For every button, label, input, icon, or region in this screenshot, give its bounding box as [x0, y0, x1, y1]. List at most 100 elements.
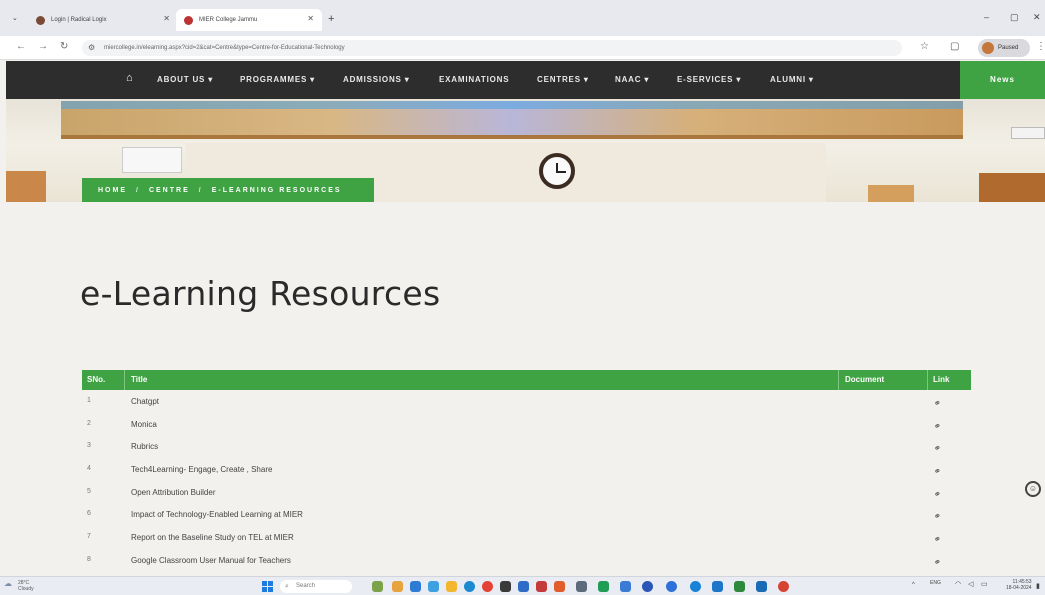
home-icon[interactable]: ⌂ [126, 72, 133, 84]
app-icon[interactable] [620, 581, 631, 592]
notification-icon[interactable]: ▮ [1036, 582, 1040, 590]
row-title: Rubrics [131, 442, 159, 452]
profile-button[interactable]: Paused [978, 39, 1030, 57]
app-icon[interactable] [690, 581, 701, 592]
clock-date[interactable]: 11:45:53 18-04-2024 [1006, 579, 1032, 591]
banner-light-strip [61, 101, 963, 109]
col-header-title: Title [131, 375, 148, 384]
news-button[interactable]: News [960, 61, 1045, 99]
link-icon[interactable]: ⚭ [932, 420, 944, 433]
banner-air-conditioner-right [1011, 127, 1045, 139]
wifi-icon[interactable]: ◠ [955, 580, 961, 588]
url-field[interactable]: ⚙ miercollege.in/elearning.aspx?cid=2&ca… [82, 40, 902, 56]
row-sno: 4 [87, 465, 91, 473]
nav-naac[interactable]: NAAC ▾ [615, 75, 649, 84]
breadcrumb-centre[interactable]: CENTRE [149, 187, 190, 194]
link-icon[interactable]: ⚭ [932, 556, 944, 569]
row-sno: 8 [87, 555, 91, 563]
file-explorer-icon[interactable] [446, 581, 457, 592]
tab-close-icon[interactable]: ✕ [163, 14, 170, 23]
chrome-icon[interactable] [482, 581, 493, 592]
breadcrumb-home[interactable]: HOME [98, 187, 127, 194]
nav-admissions[interactable]: ADMISSIONS ▾ [343, 75, 410, 84]
app-icon[interactable] [392, 581, 403, 592]
new-tab-icon[interactable]: + [328, 13, 334, 25]
widgets-icon[interactable] [372, 581, 383, 592]
app-icon[interactable] [428, 581, 439, 592]
edge-icon[interactable] [464, 581, 475, 592]
browser-tab-login[interactable]: Login | Radical Logix ✕ [28, 9, 178, 31]
banner-frame-right [868, 185, 914, 202]
row-title: Chatgpt [131, 397, 160, 406]
task-view-icon[interactable] [410, 581, 421, 592]
app-icon[interactable] [536, 581, 547, 592]
link-icon[interactable]: ⚭ [932, 488, 944, 501]
search-icon: ⌕ [285, 583, 289, 590]
col-divider [124, 370, 125, 390]
restore-icon[interactable]: ▢ [1010, 12, 1019, 23]
nav-about-us[interactable]: ABOUT US ▾ [157, 75, 213, 84]
app-icon[interactable] [712, 581, 723, 592]
app-icon[interactable] [598, 581, 609, 592]
col-header-document: Document [845, 375, 885, 384]
link-icon[interactable]: ⚭ [932, 442, 944, 455]
col-header-sno: SNo. [87, 375, 106, 384]
bookmark-star-icon[interactable]: ☆ [920, 41, 929, 52]
avatar [982, 42, 994, 54]
app-icon[interactable] [666, 581, 677, 592]
battery-icon[interactable]: ▭ [981, 580, 988, 588]
site-info-icon[interactable]: ⚙ [88, 40, 95, 56]
tab-close-icon[interactable]: ✕ [307, 14, 314, 23]
tab-favicon-icon [36, 15, 45, 25]
nav-e-services[interactable]: E-SERVICES ▾ [677, 75, 741, 84]
app-icon[interactable] [518, 581, 529, 592]
volume-icon[interactable]: ◁ [968, 580, 973, 588]
tab-search-chevron-icon[interactable]: ⌄ [12, 14, 18, 22]
app-icon[interactable] [576, 581, 587, 592]
tray-chevron-icon[interactable]: ^ [912, 582, 915, 588]
app-icon[interactable] [756, 581, 767, 592]
minimize-icon[interactable]: – [984, 12, 989, 22]
nav-alumni[interactable]: ALUMNI ▾ [770, 75, 814, 84]
start-windows-icon[interactable] [262, 581, 273, 592]
breadcrumb-separator: / [136, 186, 140, 194]
link-icon[interactable]: ⚭ [932, 533, 944, 546]
breadcrumb-current: E-LEARNING RESOURCES [211, 186, 342, 194]
row-title: Open Attribution Builder [131, 487, 216, 497]
chat-widget-icon[interactable]: ☺ [1025, 481, 1041, 497]
window-close-icon[interactable]: ✕ [1033, 12, 1041, 23]
row-sno: 3 [87, 442, 91, 450]
table-row: 6 Impact of Technology-Enabled Learning a… [82, 503, 971, 526]
table-row: 1 Chatgpt ⚭ [82, 390, 971, 413]
nav-programmes[interactable]: PROGRAMMES ▾ [240, 75, 315, 84]
app-icon[interactable] [778, 581, 789, 592]
menu-kebab-icon[interactable]: ⋮ [1036, 41, 1045, 52]
forward-icon[interactable]: → [38, 41, 48, 52]
language-indicator[interactable]: ENG [930, 580, 941, 586]
link-icon[interactable]: ⚭ [932, 465, 944, 478]
table-header: SNo. Title Document Link [82, 370, 971, 390]
app-icon[interactable] [500, 581, 511, 592]
col-divider [927, 370, 928, 390]
browser-tab-mier[interactable]: MIER College Jammu ✕ [176, 9, 322, 31]
row-sno: 2 [87, 419, 91, 427]
row-sno: 1 [87, 397, 91, 404]
clock-hand [557, 171, 566, 173]
link-icon[interactable]: ⚭ [932, 510, 944, 523]
taskbar-search[interactable]: ⌕ Search [280, 580, 352, 593]
back-icon[interactable]: ← [16, 41, 26, 52]
link-icon[interactable]: ⚭ [932, 397, 944, 410]
extensions-icon[interactable]: ▢ [950, 41, 959, 52]
app-icon[interactable] [734, 581, 745, 592]
row-title: Report on the Baseline Study on TEL at M… [131, 533, 294, 543]
weather-widget[interactable]: ☁ 28°C Cloudy [4, 580, 34, 593]
nav-centres[interactable]: CENTRES ▾ [537, 75, 589, 84]
table-row: 5 Open Attribution Builder ⚭ [82, 481, 971, 504]
app-icon[interactable] [554, 581, 565, 592]
table-row: 8 Google Classroom User Manual for Teache… [82, 549, 971, 572]
nav-examinations[interactable]: EXAMINATIONS [439, 75, 509, 84]
app-icon[interactable] [642, 581, 653, 592]
row-title: Monica [131, 419, 157, 429]
banner-air-conditioner [122, 147, 182, 173]
reload-icon[interactable]: ↻ [60, 41, 68, 52]
